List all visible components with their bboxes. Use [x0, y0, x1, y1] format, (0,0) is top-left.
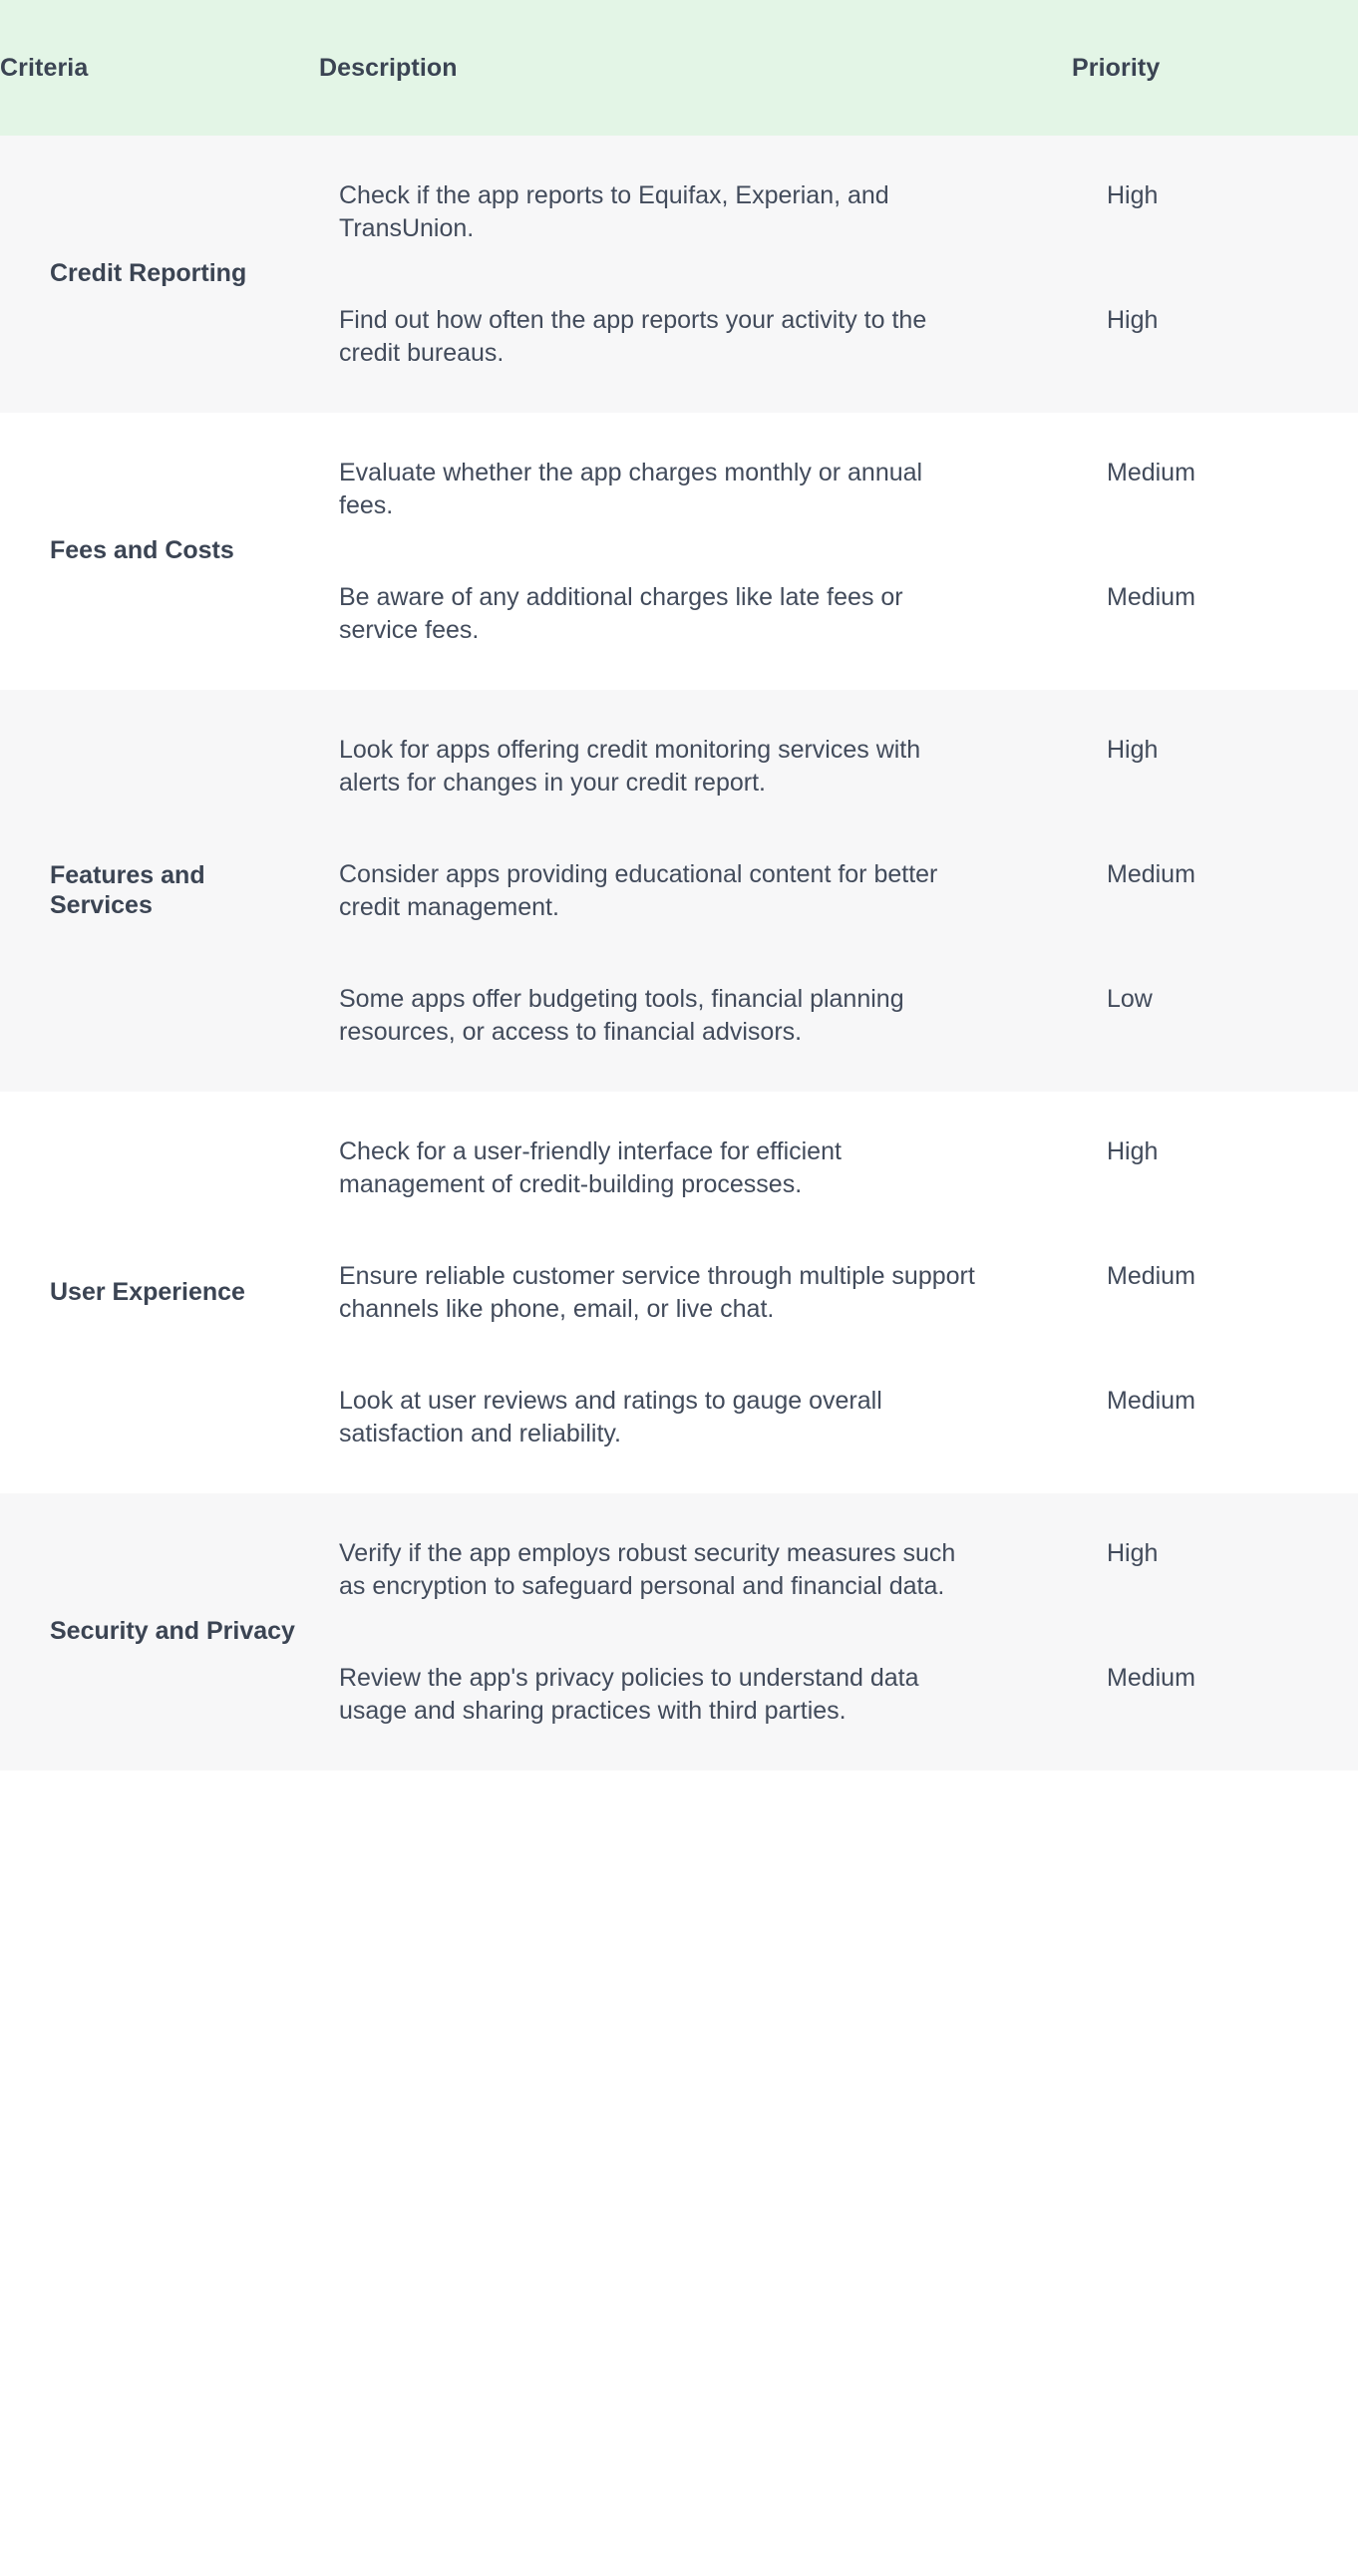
table-body: Credit Reporting Check if the app reports… — [0, 136, 1358, 1771]
priority-cell: Medium — [1072, 1230, 1358, 1355]
table-header: Criteria Description Priority — [0, 0, 1358, 136]
criteria-cell: Security and Privacy — [0, 1493, 319, 1771]
description-cell: Check if the app reports to Equifax, Exp… — [319, 136, 1072, 274]
table-row: Features and Services Look for apps offer… — [0, 690, 1358, 1092]
description-cell: Check for a user-friendly interface for … — [319, 1092, 1072, 1230]
priority-cell: Medium — [1072, 828, 1358, 953]
criteria-cell: Features and Services — [0, 690, 319, 1092]
table-row: User Experience Check for a user-friendly… — [0, 1092, 1358, 1493]
priority-cell: High — [1072, 690, 1358, 828]
description-cell: Find out how often the app reports your … — [319, 274, 1072, 413]
table-row: Security and Privacy Verify if the app em… — [0, 1493, 1358, 1771]
description-cell: Some apps offer budgeting tools, financi… — [319, 953, 1072, 1092]
priority-cell: Medium — [1072, 551, 1358, 690]
criteria-cell: Credit Reporting — [0, 136, 319, 413]
priority-cell: Medium — [1072, 1632, 1358, 1771]
description-cell: Ensure reliable customer service through… — [319, 1230, 1072, 1355]
column-header-description: Description — [319, 53, 458, 82]
priority-cell: High — [1072, 274, 1358, 413]
table-row: Fees and Costs Evaluate whether the app c… — [0, 413, 1358, 690]
credit-app-criteria-table: Criteria Description Priority Credit Rep… — [0, 0, 1358, 1771]
priority-cell: High — [1072, 136, 1358, 274]
description-cell: Review the app's privacy policies to und… — [319, 1632, 1072, 1771]
description-cell: Be aware of any additional charges like … — [319, 551, 1072, 690]
description-cell: Verify if the app employs robust securit… — [319, 1493, 1072, 1632]
priority-cell: High — [1072, 1493, 1358, 1632]
priority-cell: Low — [1072, 953, 1358, 1092]
priority-cell: Medium — [1072, 413, 1358, 551]
column-header-criteria: Criteria — [0, 53, 89, 82]
description-cell: Look at user reviews and ratings to gaug… — [319, 1355, 1072, 1493]
description-cell: Consider apps providing educational cont… — [319, 828, 1072, 953]
column-header-priority: Priority — [1072, 53, 1161, 82]
description-cell: Look for apps offering credit monitoring… — [319, 690, 1072, 828]
criteria-cell: User Experience — [0, 1092, 319, 1493]
table-header-row: Criteria Description Priority — [0, 0, 1358, 136]
priority-cell: Medium — [1072, 1355, 1358, 1493]
criteria-cell: Fees and Costs — [0, 413, 319, 690]
description-cell: Evaluate whether the app charges monthly… — [319, 413, 1072, 551]
table-row: Credit Reporting Check if the app reports… — [0, 136, 1358, 413]
priority-cell: High — [1072, 1092, 1358, 1230]
